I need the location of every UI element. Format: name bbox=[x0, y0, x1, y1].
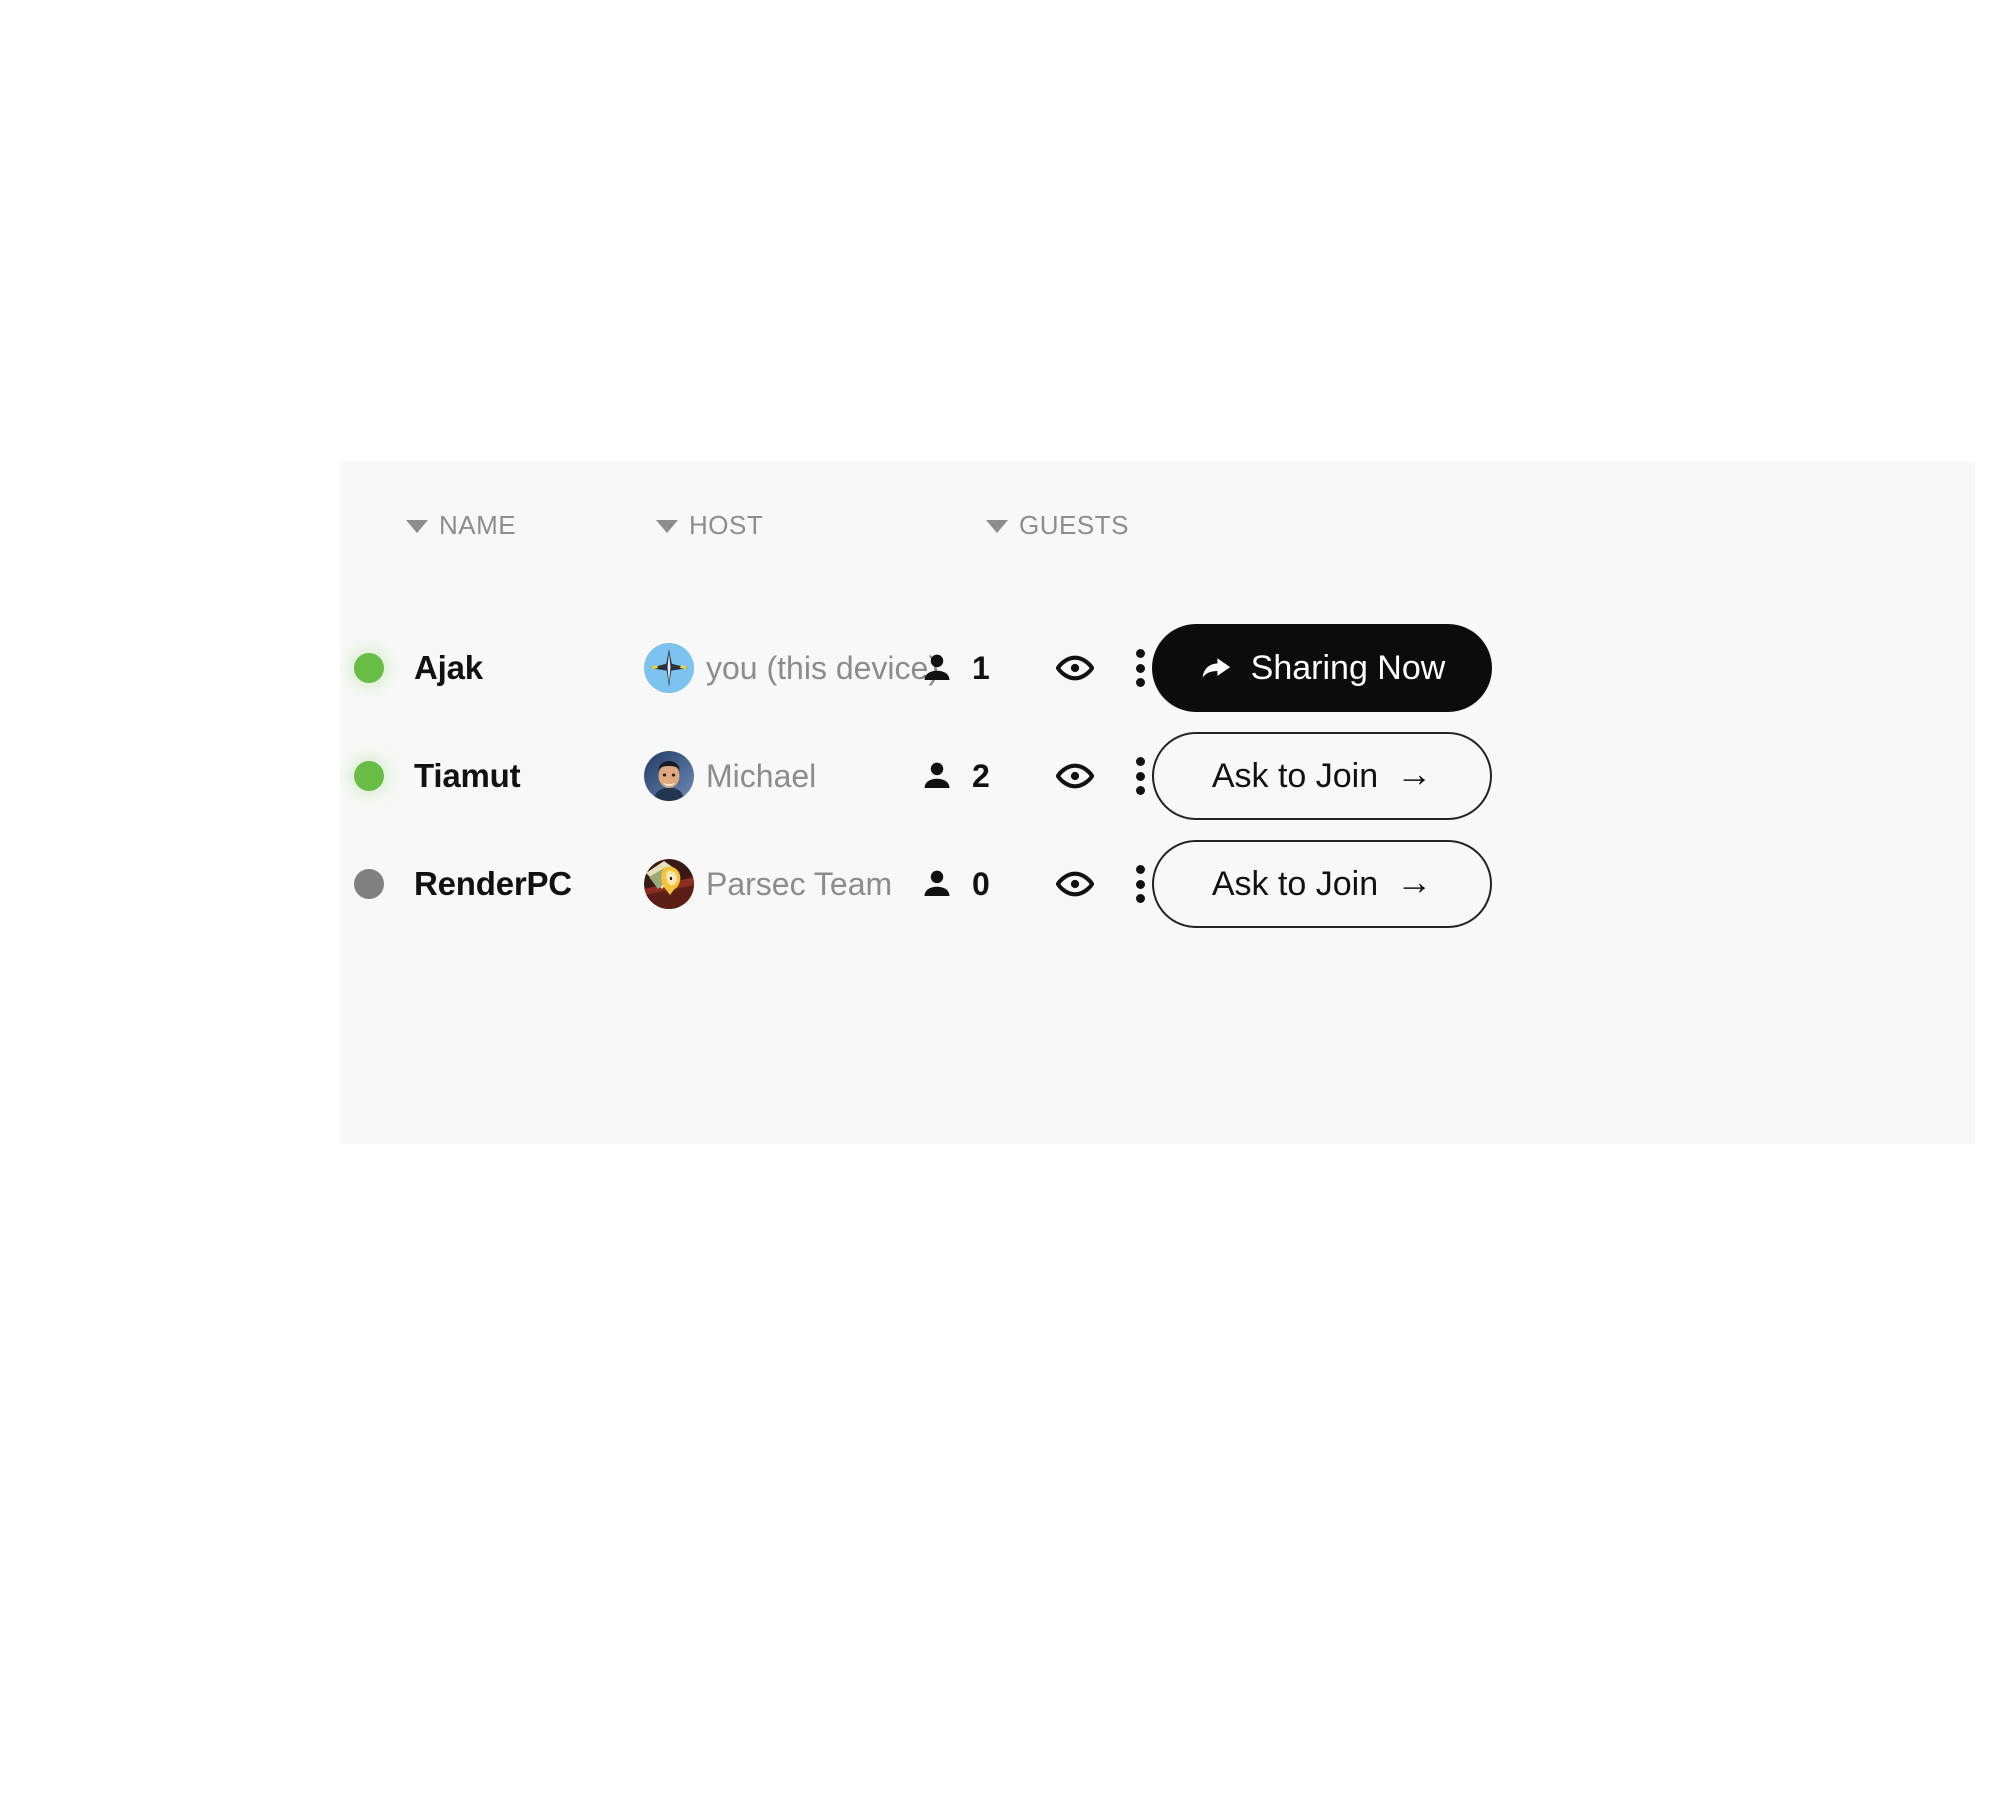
host-name-label: Parsec Team bbox=[706, 865, 893, 902]
share-arrow-icon bbox=[1199, 651, 1233, 685]
ask-to-join-button-label: Ask to Join bbox=[1211, 756, 1379, 795]
ask-to-join-button[interactable]: Ask to Join → bbox=[1152, 732, 1492, 820]
person-icon bbox=[920, 759, 954, 793]
computer-name-label: RenderPC bbox=[414, 865, 572, 902]
computer-name-label: Tiamut bbox=[414, 757, 521, 794]
computer-list-panel: NAME HOST GUESTS Ajak you (this device) … bbox=[340, 462, 1975, 1144]
row-action-cell: Ask to Join → bbox=[1152, 722, 1542, 830]
guests-cell: 1 bbox=[920, 614, 1050, 722]
arrow-right-icon: → bbox=[1396, 861, 1433, 902]
host-cell: you (this device) bbox=[590, 614, 939, 722]
column-header-name[interactable]: NAME bbox=[406, 510, 516, 541]
status-indicator-dot bbox=[354, 869, 384, 899]
visibility-toggle[interactable] bbox=[1040, 614, 1110, 722]
table-row[interactable]: RenderPC Parsec Team 0 Ask to Join → bbox=[340, 830, 1975, 938]
caret-down-icon bbox=[986, 520, 1008, 533]
person-icon bbox=[920, 651, 954, 685]
caret-down-icon bbox=[406, 520, 428, 533]
computer-name-cell: RenderPC bbox=[340, 830, 590, 938]
row-action-cell: Ask to Join → bbox=[1152, 830, 1542, 938]
host-cell: Parsec Team bbox=[590, 830, 920, 938]
ask-to-join-button-label: Ask to Join bbox=[1211, 864, 1379, 903]
computer-name-label: Ajak bbox=[414, 649, 483, 686]
table-row[interactable]: Ajak you (this device) 1 Sharing Now bbox=[340, 614, 1975, 722]
column-header-guests-label: GUESTS bbox=[1019, 510, 1129, 540]
table-header: NAME HOST GUESTS bbox=[340, 462, 1975, 592]
caret-down-icon bbox=[656, 520, 678, 533]
avatar bbox=[644, 751, 694, 801]
column-header-host[interactable]: HOST bbox=[656, 510, 763, 541]
eye-icon bbox=[1055, 757, 1095, 795]
sharing-now-button-label: Sharing Now bbox=[1250, 648, 1446, 687]
kebab-menu-icon bbox=[1135, 649, 1145, 687]
host-name-label: you (this device) bbox=[706, 649, 939, 686]
guest-count-label: 2 bbox=[972, 757, 990, 794]
visibility-toggle[interactable] bbox=[1040, 722, 1110, 830]
guests-cell: 2 bbox=[920, 722, 1050, 830]
ask-to-join-button[interactable]: Ask to Join → bbox=[1152, 840, 1492, 928]
guests-cell: 0 bbox=[920, 830, 1050, 938]
kebab-menu-icon bbox=[1135, 757, 1145, 795]
column-header-host-label: HOST bbox=[689, 510, 764, 540]
guest-count-label: 1 bbox=[972, 649, 990, 686]
sharing-now-button[interactable]: Sharing Now bbox=[1152, 624, 1492, 712]
column-header-name-label: NAME bbox=[439, 510, 517, 540]
eye-icon bbox=[1055, 649, 1095, 687]
host-name-label: Michael bbox=[706, 757, 817, 794]
column-header-guests[interactable]: GUESTS bbox=[986, 510, 1129, 541]
row-action-cell: Sharing Now bbox=[1152, 614, 1542, 722]
table-row[interactable]: Tiamut Michael 2 Ask to Join → bbox=[340, 722, 1975, 830]
guest-count-label: 0 bbox=[972, 865, 990, 902]
person-icon bbox=[920, 867, 954, 901]
arrow-right-icon: → bbox=[1396, 753, 1433, 794]
computer-name-cell: Ajak bbox=[340, 614, 590, 722]
avatar bbox=[644, 859, 694, 909]
visibility-toggle[interactable] bbox=[1040, 830, 1110, 938]
kebab-menu-icon bbox=[1135, 865, 1145, 903]
host-cell: Michael bbox=[590, 722, 920, 830]
status-indicator-dot bbox=[354, 761, 384, 791]
eye-icon bbox=[1055, 865, 1095, 903]
status-indicator-dot bbox=[354, 653, 384, 683]
avatar bbox=[644, 643, 694, 693]
computer-name-cell: Tiamut bbox=[340, 722, 590, 830]
